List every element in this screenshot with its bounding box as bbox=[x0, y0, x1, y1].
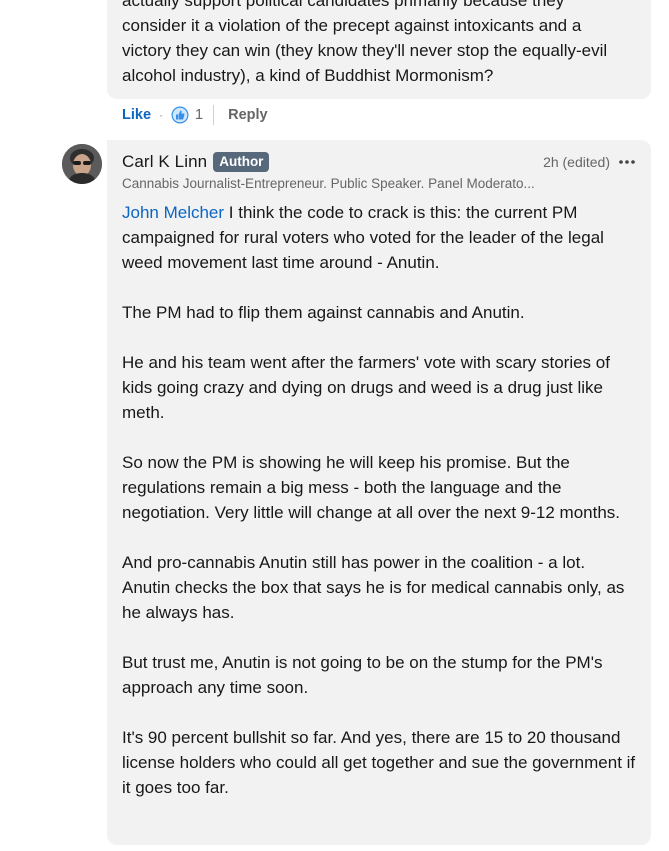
comment-paragraph: The PM had to flip them against cannabis… bbox=[122, 303, 525, 322]
comment-paragraph: John Melcher I think the code to crack i… bbox=[122, 200, 636, 275]
previous-comment-line: alcohol industry), a kind of Buddhist Mo… bbox=[122, 66, 494, 85]
author-badge: Author bbox=[213, 152, 270, 172]
reaction-count[interactable]: 1 bbox=[195, 107, 203, 123]
ellipsis-icon[interactable] bbox=[618, 153, 636, 171]
comment-paragraph: So now the PM is showing he will keep hi… bbox=[122, 453, 621, 522]
comment-paragraph: And pro-cannabis Anutin still has power … bbox=[122, 553, 625, 622]
divider bbox=[213, 105, 215, 125]
comment-body: John Melcher I think the code to crack i… bbox=[122, 200, 636, 800]
timestamp: 2h (edited) bbox=[543, 154, 610, 170]
comment-bubble: Carl K Linn Author 2h (edited) Cannabis … bbox=[107, 140, 651, 845]
mention-link[interactable]: John Melcher bbox=[122, 203, 224, 222]
comment-paragraph: It's 90 percent bullshit so far. And yes… bbox=[122, 728, 636, 797]
like-button[interactable]: Like bbox=[122, 107, 151, 123]
comment-paragraph: He and his team went after the farmers' … bbox=[122, 353, 610, 422]
like-reaction-icon[interactable] bbox=[171, 106, 189, 124]
reply-button[interactable]: Reply bbox=[228, 107, 268, 123]
avatar[interactable] bbox=[62, 144, 102, 184]
comment-paragraph: But trust me, Anutin is not going to be … bbox=[122, 653, 603, 697]
author-name[interactable]: Carl K Linn bbox=[122, 152, 207, 172]
previous-comment-bubble: actually support political candidates pr… bbox=[107, 0, 651, 99]
separator-dot: · bbox=[159, 108, 164, 122]
previous-comment-actions: Like · 1 Reply bbox=[122, 103, 268, 127]
previous-comment-line: victory they can win (they know they'll … bbox=[122, 41, 608, 60]
previous-comment-line: consider it a violation of the precept a… bbox=[122, 16, 582, 35]
author-headline: Cannabis Journalist-Entrepreneur. Public… bbox=[122, 176, 535, 191]
previous-comment-line: actually support political candidates pr… bbox=[122, 0, 565, 10]
comment-header: Carl K Linn Author 2h (edited) bbox=[122, 150, 636, 174]
